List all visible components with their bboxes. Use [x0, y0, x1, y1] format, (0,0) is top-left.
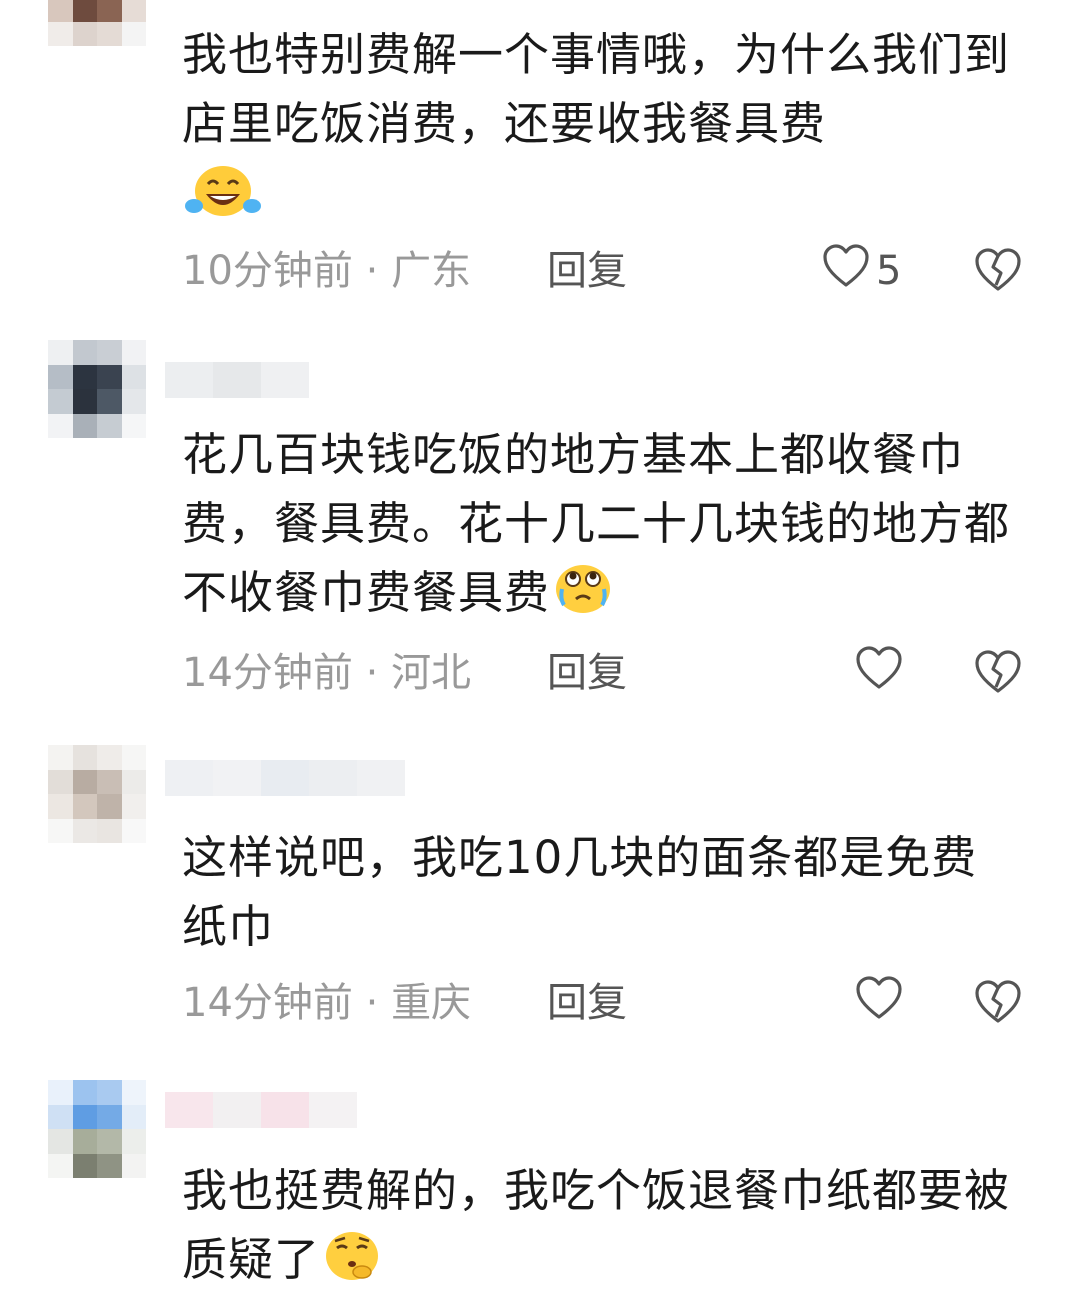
- like-button[interactable]: [855, 645, 909, 701]
- avatar[interactable]: [48, 0, 146, 46]
- avatar[interactable]: [48, 745, 146, 843]
- broken-heart-icon: [974, 650, 1022, 705]
- reply-button[interactable]: 回复: [547, 245, 627, 297]
- heart-outline-icon: [855, 645, 903, 701]
- laughing-tears-emoji: [184, 158, 262, 237]
- heart-outline-icon: [855, 975, 903, 1031]
- username-blurred[interactable]: [165, 1092, 357, 1128]
- avatar[interactable]: [48, 340, 146, 438]
- thinking-sigh-emoji: [322, 1226, 382, 1301]
- comment-location: 河北: [391, 650, 472, 696]
- like-button[interactable]: [855, 975, 909, 1031]
- like-button[interactable]: 5: [822, 243, 902, 299]
- crying-looking-up-emoji: [552, 559, 614, 634]
- comment-location: 重庆: [391, 980, 472, 1026]
- avatar[interactable]: [48, 1080, 146, 1178]
- comment-text: 我也特别费解一个事情哦，为什么我们到店里吃饭消费，还要收我餐具费: [182, 20, 1012, 237]
- comment-text: 花几百块钱吃饭的地方基本上都收餐巾费，餐具费。花十几二十几块钱的地方都不收餐巾费…: [182, 420, 1012, 634]
- comment-text-content: 我也挺费解的，我吃个饭退餐巾纸都要被质疑了: [182, 1164, 1011, 1286]
- heart-outline-icon: [822, 243, 870, 299]
- comment-text: 这样说吧，我吃10几块的面条都是免费纸巾: [182, 823, 1012, 961]
- dislike-button[interactable]: [974, 247, 1022, 303]
- meta-separator: ·: [352, 650, 392, 696]
- comment-location: 广东: [391, 248, 472, 294]
- comment-meta: 10分钟前 · 广东 回复 5: [182, 243, 1032, 299]
- meta-separator: ·: [352, 980, 392, 1026]
- reply-button[interactable]: 回复: [547, 647, 627, 699]
- comment-time: 14分钟前: [182, 980, 353, 1026]
- comment-text: 我也挺费解的，我吃个饭退餐巾纸都要被质疑了: [182, 1156, 1012, 1301]
- comment-meta: 14分钟前 · 重庆 回复: [182, 975, 1032, 1031]
- dislike-button[interactable]: [974, 649, 1022, 705]
- comment-time: 10分钟前: [182, 248, 353, 294]
- meta-separator: ·: [352, 248, 392, 294]
- like-count: 5: [876, 248, 902, 294]
- username-blurred[interactable]: [165, 362, 309, 398]
- comment-text-content: 我也特别费解一个事情哦，为什么我们到店里吃饭消费，还要收我餐具费: [182, 28, 1011, 150]
- dislike-button[interactable]: [974, 979, 1022, 1035]
- comment-text-content: 这样说吧，我吃10几块的面条都是免费纸巾: [182, 831, 978, 953]
- broken-heart-icon: [974, 248, 1022, 303]
- broken-heart-icon: [974, 980, 1022, 1035]
- comment-meta: 14分钟前 · 河北 回复: [182, 645, 1032, 701]
- username-blurred[interactable]: [165, 760, 405, 796]
- reply-button[interactable]: 回复: [547, 977, 627, 1029]
- comment-time: 14分钟前: [182, 650, 353, 696]
